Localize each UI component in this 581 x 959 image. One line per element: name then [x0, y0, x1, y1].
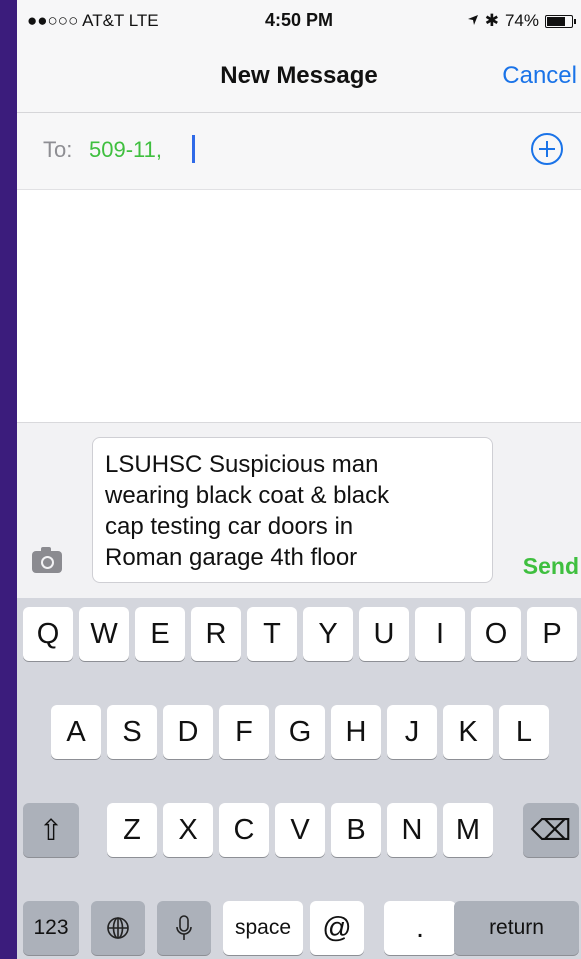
recipient-token[interactable]: 509-11, — [89, 137, 162, 163]
shift-key[interactable]: ⇧ — [23, 803, 79, 857]
frame-border — [0, 0, 17, 959]
key-s[interactable]: S — [107, 705, 157, 759]
key-t[interactable]: T — [247, 607, 297, 661]
key-w[interactable]: W — [79, 607, 129, 661]
key-e[interactable]: E — [135, 607, 185, 661]
key-a[interactable]: A — [51, 705, 101, 759]
key-k[interactable]: K — [443, 705, 493, 759]
key-h[interactable]: H — [331, 705, 381, 759]
battery-icon — [545, 14, 576, 28]
key-d[interactable]: D — [163, 705, 213, 759]
numbers-key[interactable]: 123 — [23, 901, 79, 955]
space-key[interactable]: space — [223, 901, 303, 955]
return-key[interactable]: return — [454, 901, 579, 955]
text-cursor — [192, 135, 195, 163]
key-y[interactable]: Y — [303, 607, 353, 661]
status-bar: ●●○○○ AT&T LTE 4:50 PM ✱ 74% — [17, 0, 581, 40]
at-key[interactable]: @ — [310, 901, 364, 955]
key-q[interactable]: Q — [23, 607, 73, 661]
key-j[interactable]: J — [387, 705, 437, 759]
page-title: New Message — [220, 62, 378, 89]
message-history — [17, 190, 581, 422]
key-n[interactable]: N — [387, 803, 437, 857]
bluetooth-icon: ✱ — [484, 11, 499, 30]
microphone-icon[interactable] — [157, 901, 211, 955]
cancel-button[interactable]: Cancel — [502, 62, 577, 90]
to-field[interactable]: To: 509-11, — [17, 113, 581, 190]
key-x[interactable]: X — [163, 803, 213, 857]
send-button[interactable]: Send — [523, 553, 579, 580]
camera-icon[interactable] — [32, 547, 62, 573]
phone-screen: ●●○○○ AT&T LTE 4:50 PM ✱ 74% New Message… — [17, 0, 581, 959]
key-r[interactable]: R — [191, 607, 241, 661]
globe-icon[interactable] — [91, 901, 145, 955]
key-l[interactable]: L — [499, 705, 549, 759]
message-input[interactable]: LSUHSC Suspicious man wearing black coat… — [92, 437, 493, 583]
status-right: ✱ 74% — [467, 11, 576, 31]
delete-key[interactable]: ⌫ — [523, 803, 579, 857]
key-i[interactable]: I — [415, 607, 465, 661]
key-g[interactable]: G — [275, 705, 325, 759]
key-p[interactable]: P — [527, 607, 577, 661]
location-icon — [467, 11, 479, 31]
plus-circle-icon[interactable] — [531, 133, 563, 165]
navigation-bar: New Message Cancel — [17, 40, 581, 113]
period-key[interactable]: . — [384, 901, 456, 955]
key-u[interactable]: U — [359, 607, 409, 661]
key-v[interactable]: V — [275, 803, 325, 857]
to-label: To: — [43, 137, 73, 162]
key-o[interactable]: O — [471, 607, 521, 661]
key-b[interactable]: B — [331, 803, 381, 857]
key-m[interactable]: M — [443, 803, 493, 857]
key-c[interactable]: C — [219, 803, 269, 857]
battery-fill — [547, 16, 565, 26]
key-f[interactable]: F — [219, 705, 269, 759]
battery-percent: 74% — [504, 11, 539, 30]
compose-bar: LSUHSC Suspicious man wearing black coat… — [17, 422, 581, 599]
key-z[interactable]: Z — [107, 803, 157, 857]
keyboard: QWERTYUIOP ASDFGHJKL ⇧ ⌫ ZXCVBNM 123 spa… — [17, 598, 581, 959]
